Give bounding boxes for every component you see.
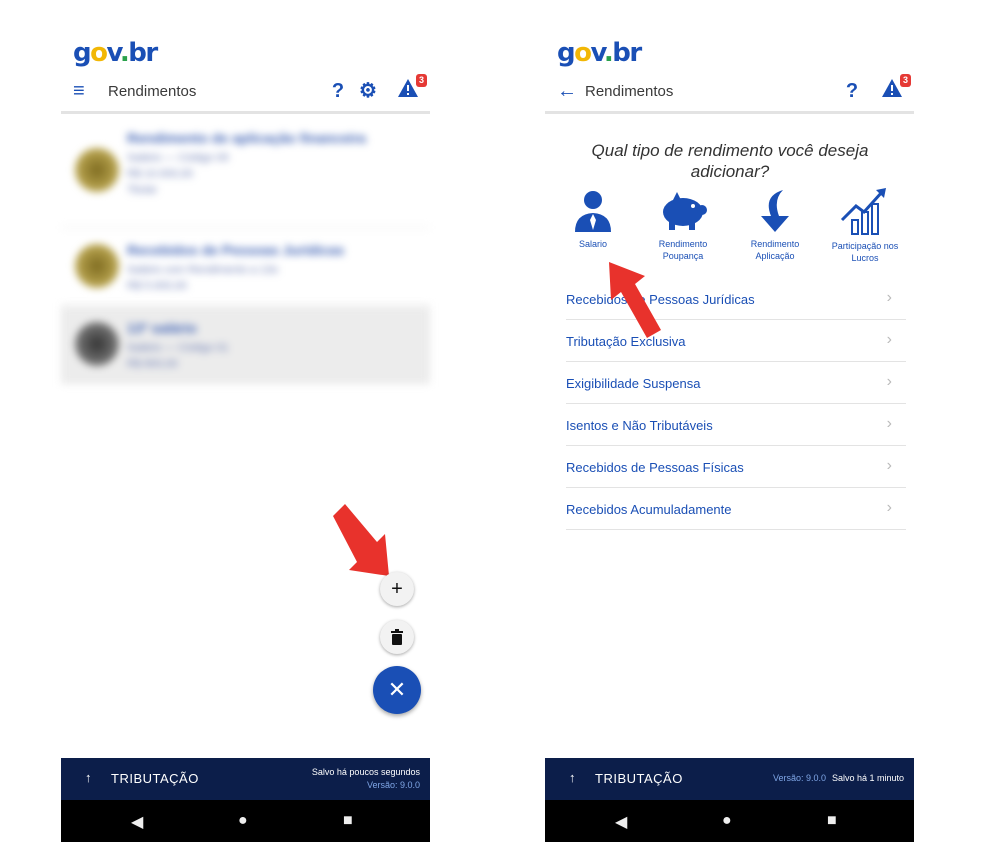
list-item-selected[interactable]: 13º salário Salário — Código 01 R$ 800,0… (61, 306, 430, 384)
tributacao-toggle[interactable]: TRIBUTAÇÃO (111, 771, 199, 786)
trash-icon (391, 629, 403, 645)
warning-icon[interactable]: 3 (879, 74, 911, 104)
chevron-right-icon: › (886, 331, 892, 348)
category-label: Participação nos Lucros (831, 241, 899, 263)
back-nav-icon[interactable]: ◀ (615, 812, 627, 832)
chevron-right-icon: › (886, 373, 892, 390)
menu-item-label: Isentos e Não Tributáveis (566, 418, 713, 433)
back-nav-icon[interactable]: ◀ (131, 812, 143, 832)
save-status: Salvo há poucos segundos (311, 767, 420, 777)
item-value: R$ 5.000,00 (127, 280, 187, 292)
app-bar: ← Rendimentos ? 3 (545, 74, 914, 114)
recent-apps-icon[interactable]: ■ (343, 812, 353, 830)
arrow-up-icon[interactable]: ↑ (569, 770, 576, 785)
page-title: Rendimentos (108, 83, 197, 100)
item-subtitle: Salário — Código 09 (127, 152, 229, 164)
add-button[interactable]: + (380, 572, 414, 606)
close-fab-button[interactable]: ✕ (373, 666, 421, 714)
menu-item-label: Exigibilidade Suspensa (566, 376, 701, 391)
category-salario[interactable]: Salario (553, 186, 633, 250)
gear-icon[interactable]: ⚙ (355, 78, 381, 104)
menu-item-label: Recebidos Acumuladamente (566, 502, 732, 517)
red-pointer-arrow (609, 262, 661, 338)
item-value: R$ 800,00 (127, 358, 178, 370)
chevron-right-icon: › (886, 499, 892, 516)
category-label: Salario (578, 239, 607, 249)
person-suit-icon (575, 191, 611, 232)
alert-count-badge: 3 (899, 74, 911, 87)
android-nav-bar: ◀ ● ■ (545, 800, 914, 842)
item-value: R$ 10.000,00 (127, 168, 194, 180)
right-phone-screen: gov.br ← Rendimentos ? 3 Qual tipo de re… (545, 0, 914, 842)
item-title: Rendimento de aplicação financeira (127, 130, 366, 146)
back-arrow-icon[interactable]: ← (557, 80, 579, 102)
down-arrow-curve-icon (761, 190, 789, 232)
category-label: Rendimento Aplicação (750, 239, 800, 261)
save-status: Salvo há 1 minuto (831, 773, 904, 783)
hamburger-menu-icon[interactable]: ≡ (73, 80, 95, 102)
category-aplicacao[interactable]: Rendimento Aplicação (735, 186, 815, 262)
app-bar: ≡ Rendimentos ? ⚙ 3 (61, 74, 430, 114)
android-nav-bar: ◀ ● ■ (61, 800, 430, 842)
home-nav-icon[interactable]: ● (722, 812, 732, 830)
bottom-status-bar: ↑ TRIBUTAÇÃO Salvo há poucos segundos Ve… (61, 758, 430, 800)
list-item[interactable]: Recebidos de Pessoas Jurídicas Salário c… (61, 228, 430, 306)
item-title: 13º salário (127, 320, 197, 336)
red-pointer-arrow (333, 504, 389, 576)
menu-item[interactable]: Recebidos Acumuladamente › (566, 488, 906, 530)
avatar (75, 322, 119, 366)
growth-chart-icon (840, 188, 886, 235)
avatar (75, 148, 119, 192)
left-phone-screen: gov.br ≡ Rendimentos ? ⚙ 3 Rendimento de… (61, 0, 430, 842)
piggy-bank-icon (663, 192, 707, 230)
menu-item[interactable]: Recebidos de Pessoas Físicas › (566, 446, 906, 488)
recent-apps-icon[interactable]: ■ (827, 812, 837, 830)
income-list: Rendimento de aplicação financeira Salár… (61, 116, 430, 384)
help-icon[interactable]: ? (325, 78, 351, 104)
alert-count-badge: 3 (415, 74, 427, 87)
item-owner: Titular (127, 184, 158, 196)
item-title: Recebidos de Pessoas Jurídicas (127, 242, 345, 258)
item-subtitle: Salário com Rendimento a 13o (127, 264, 279, 276)
question-heading: Qual tipo de rendimento você deseja adic… (591, 141, 869, 181)
home-nav-icon[interactable]: ● (238, 812, 248, 830)
avatar (75, 244, 119, 288)
version-label: Versão: 9.0.0 (772, 773, 826, 783)
item-subtitle: Salário — Código 01 (127, 342, 229, 354)
list-item[interactable]: Rendimento de aplicação financeira Salár… (61, 116, 430, 228)
warning-icon[interactable]: 3 (395, 74, 427, 104)
govbr-logo: gov.br (557, 38, 642, 68)
menu-item[interactable]: Exigibilidade Suspensa › (566, 362, 906, 404)
help-icon[interactable]: ? (839, 78, 865, 104)
tributacao-toggle[interactable]: TRIBUTAÇÃO (595, 771, 683, 786)
category-poupanca[interactable]: Rendimento Poupança (643, 186, 723, 262)
chevron-right-icon: › (886, 457, 892, 474)
chevron-right-icon: › (886, 415, 892, 432)
category-participacao[interactable]: Participação nos Lucros (825, 186, 905, 264)
version-label: Versão: 9.0.0 (366, 780, 420, 790)
govbr-logo: gov.br (73, 38, 158, 68)
arrow-up-icon[interactable]: ↑ (85, 770, 92, 785)
menu-item-label: Recebidos de Pessoas Físicas (566, 460, 744, 475)
page-title: Rendimentos (585, 83, 674, 100)
chevron-right-icon: › (886, 289, 892, 306)
delete-button[interactable] (380, 620, 414, 654)
menu-item[interactable]: Isentos e Não Tributáveis › (566, 404, 906, 446)
bottom-status-bar: ↑ TRIBUTAÇÃO Versão: 9.0.0 Salvo há 1 mi… (545, 758, 914, 800)
